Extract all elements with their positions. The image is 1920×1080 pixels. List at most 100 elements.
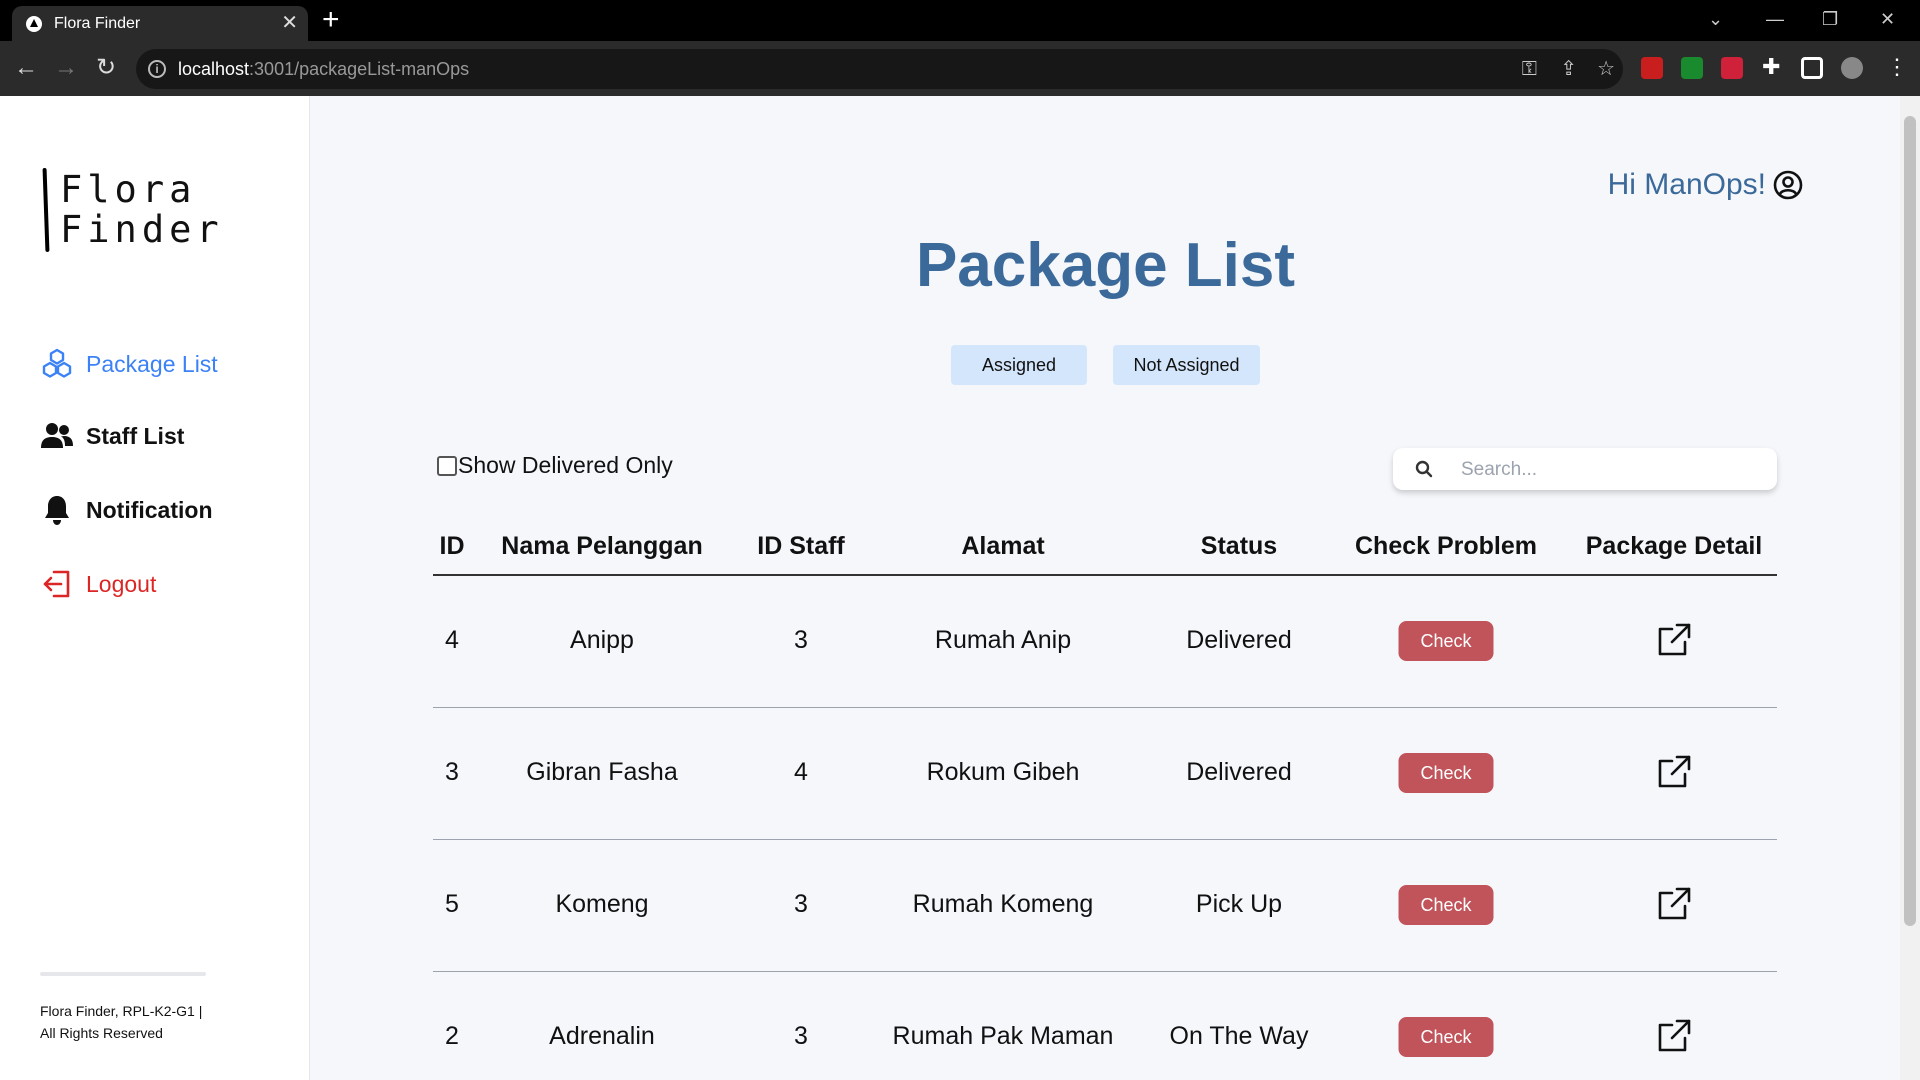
- cell-id: 2: [445, 1022, 459, 1050]
- sidebar: Flora Finder Package List Staff List Not…: [0, 96, 310, 1080]
- cell-alamat: Rumah Komeng: [912, 890, 1094, 918]
- logo-text-line1: Flora: [60, 168, 197, 211]
- column-header-check-problem: Check Problem: [1354, 532, 1538, 560]
- profile-avatar-icon[interactable]: [1841, 57, 1863, 79]
- column-header-package-detail: Package Detail: [1585, 532, 1763, 560]
- table-row: 3 Gibran Fasha 4 Rokum Gibeh Delivered C…: [433, 708, 1777, 840]
- cell-id-staff: 4: [794, 758, 808, 786]
- address-bar[interactable]: i localhost:3001/packageList-manOps ⚿ ⇪ …: [136, 49, 1623, 89]
- assigned-filter-button[interactable]: Assigned: [951, 345, 1087, 385]
- check-problem-button[interactable]: Check: [1398, 753, 1494, 793]
- sidebar-item-label: Package List: [86, 350, 218, 377]
- cell-id: 5: [445, 890, 459, 918]
- tab-search-icon[interactable]: ⌄: [1708, 6, 1723, 32]
- check-problem-button[interactable]: Check: [1398, 885, 1494, 925]
- back-icon[interactable]: ←: [14, 53, 38, 83]
- cell-id-staff: 3: [794, 626, 808, 654]
- cell-id: 3: [445, 758, 459, 786]
- url-text[interactable]: localhost:3001/packageList-manOps: [178, 59, 469, 80]
- cell-alamat: Rokum Gibeh: [926, 758, 1080, 786]
- scrollbar-thumb[interactable]: [1904, 116, 1916, 926]
- cubes-icon: [40, 347, 74, 381]
- cell-status: On The Way: [1169, 1022, 1309, 1050]
- browser-toolbar: ← → ↻ i localhost:3001/packageList-manOp…: [0, 41, 1920, 96]
- column-header-nama: Nama Pelanggan: [501, 532, 703, 560]
- external-link-icon[interactable]: [1656, 754, 1692, 790]
- browser-menu-icon[interactable]: ⋮: [1886, 53, 1908, 81]
- logout-icon: [40, 567, 74, 601]
- tab-title: Flora Finder: [54, 15, 141, 32]
- user-circle-icon[interactable]: [1772, 169, 1804, 201]
- bookmark-star-icon[interactable]: ☆: [1597, 57, 1615, 81]
- site-info-icon[interactable]: i: [148, 60, 166, 78]
- sidebar-item-label: Logout: [86, 570, 157, 597]
- sidebar-item-notification[interactable]: Notification: [40, 490, 213, 530]
- cell-alamat: Rumah Pak Maman: [892, 1022, 1114, 1050]
- user-greeting[interactable]: Hi ManOps!: [1608, 168, 1804, 202]
- cell-id-staff: 3: [794, 1022, 808, 1050]
- minimize-icon[interactable]: —: [1766, 6, 1784, 32]
- cell-nama: Adrenalin: [549, 1022, 655, 1050]
- cell-alamat: Rumah Anip: [934, 626, 1072, 654]
- external-link-icon[interactable]: [1656, 1018, 1692, 1054]
- external-link-icon[interactable]: [1656, 622, 1692, 658]
- check-problem-button[interactable]: Check: [1398, 621, 1494, 661]
- footer-line2: All Rights Reserved: [40, 1025, 163, 1041]
- bell-icon: [40, 493, 74, 527]
- search-input[interactable]: Search...: [1393, 448, 1777, 490]
- extension-red-icon[interactable]: [1641, 57, 1663, 79]
- sidebar-divider: [40, 972, 206, 976]
- logo-bar: [42, 167, 50, 253]
- sidebar-item-label: Staff List: [86, 422, 185, 449]
- sidebar-item-staff-list[interactable]: Staff List: [40, 416, 184, 456]
- browser-tab[interactable]: Flora Finder ✕: [12, 6, 308, 41]
- not-assigned-filter-button[interactable]: Not Assigned: [1113, 345, 1260, 385]
- sidebar-item-label: Notification: [86, 496, 213, 523]
- sidebar-item-logout[interactable]: Logout: [40, 564, 156, 604]
- column-header-id: ID: [439, 532, 465, 560]
- browser-tab-bar: Flora Finder ✕ + ⌄ — ❐ ✕: [0, 0, 1920, 41]
- page-scrollbar[interactable]: [1900, 96, 1920, 1080]
- table-row: 4 Anipp 3 Rumah Anip Delivered Check: [433, 576, 1777, 708]
- column-header-status: Status: [1200, 532, 1278, 560]
- package-table: ID Nama Pelanggan ID Staff Alamat Status…: [433, 526, 1777, 1080]
- users-icon: [40, 419, 74, 453]
- footer-line1: Flora Finder, RPL-K2-G1 |: [40, 1003, 203, 1019]
- new-tab-icon[interactable]: +: [322, 4, 340, 36]
- cell-id: 4: [445, 626, 459, 654]
- cell-nama: Gibran Fasha: [526, 758, 678, 786]
- main-content: Hi ManOps! Package List Assigned Not Ass…: [311, 96, 1900, 1080]
- extension-m-icon[interactable]: [1721, 57, 1743, 79]
- extension-green-icon[interactable]: [1681, 57, 1703, 79]
- column-header-alamat: Alamat: [961, 532, 1045, 560]
- show-delivered-label: Show Delivered Only: [458, 452, 673, 478]
- sidebar-footer: Flora Finder, RPL-K2-G1 | All Rights Res…: [40, 1000, 240, 1044]
- forward-icon[interactable]: →: [54, 53, 78, 83]
- check-problem-button[interactable]: Check: [1398, 1017, 1494, 1057]
- external-link-icon[interactable]: [1656, 886, 1692, 922]
- sidebar-item-package-list[interactable]: Package List: [40, 344, 218, 384]
- table-row: 5 Komeng 3 Rumah Komeng Pick Up Check: [433, 840, 1777, 972]
- cell-status: Delivered: [1186, 758, 1292, 786]
- search-icon: [1415, 460, 1433, 483]
- show-delivered-toggle[interactable]: Show Delivered Only: [437, 452, 673, 479]
- window-close-icon[interactable]: ✕: [1880, 6, 1895, 32]
- page-title: Package List: [915, 231, 1296, 300]
- extensions-puzzle-icon[interactable]: ✚: [1762, 53, 1780, 81]
- cell-status: Pick Up: [1195, 890, 1283, 918]
- key-icon[interactable]: ⚿: [1522, 57, 1537, 81]
- table-row: 2 Adrenalin 3 Rumah Pak Maman On The Way…: [433, 972, 1777, 1080]
- table-header: ID Nama Pelanggan ID Staff Alamat Status…: [433, 526, 1777, 576]
- share-icon[interactable]: ⇪: [1560, 57, 1577, 81]
- cell-nama: Komeng: [555, 890, 649, 918]
- greeting-text: Hi ManOps!: [1607, 168, 1766, 201]
- search-placeholder: Search...: [1461, 459, 1538, 480]
- logo-text-line2: Finder: [60, 208, 224, 251]
- restore-icon[interactable]: ❐: [1822, 6, 1838, 32]
- side-panel-icon[interactable]: [1801, 57, 1823, 79]
- show-delivered-checkbox[interactable]: [437, 455, 457, 476]
- reload-icon[interactable]: ↻: [96, 53, 116, 83]
- close-tab-icon[interactable]: ✕: [281, 11, 298, 35]
- favicon-icon: [26, 16, 42, 32]
- cell-nama: Anipp: [570, 626, 634, 654]
